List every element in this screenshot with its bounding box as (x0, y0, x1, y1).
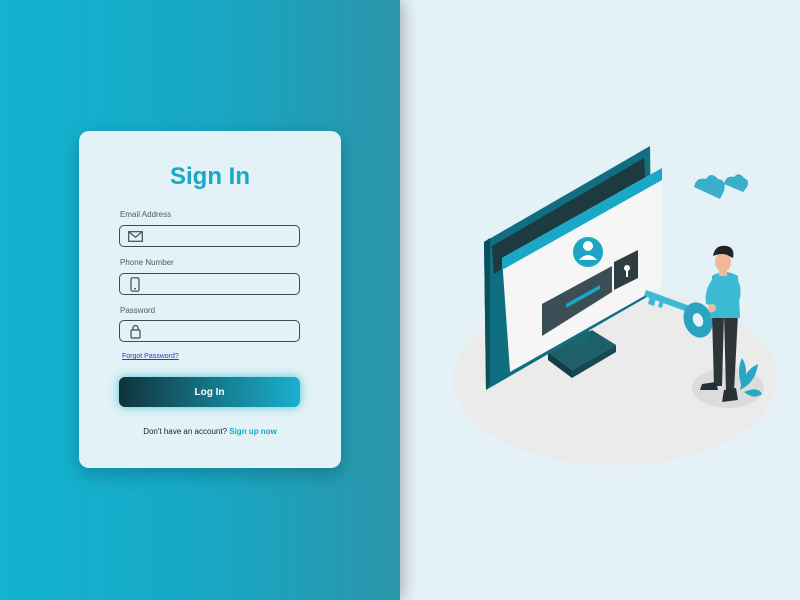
sign-in-form: Sign In Email Address Phone Number Passw… (79, 131, 341, 468)
password-label: Password (120, 306, 156, 315)
password-field[interactable] (144, 322, 299, 340)
password-field-wrapper[interactable] (119, 320, 300, 342)
cloud-icon (694, 174, 748, 199)
signup-prompt: Don't have an account? (143, 427, 228, 436)
phone-label: Phone Number (120, 258, 174, 267)
lock-icon (126, 321, 144, 341)
log-in-button[interactable]: Log In (119, 377, 300, 407)
phone-field-wrapper[interactable] (119, 273, 300, 295)
envelope-icon (126, 226, 144, 246)
phone-field[interactable] (144, 275, 299, 293)
page-title: Sign In (170, 163, 250, 190)
email-label: Email Address (120, 210, 172, 219)
login-illustration (453, 146, 777, 466)
right-panel (400, 0, 800, 600)
signup-line: Don't have an account? Sign up now (79, 427, 341, 436)
email-field[interactable] (144, 227, 299, 245)
forgot-password-link[interactable]: Forgot Password? (122, 353, 179, 360)
sign-up-link[interactable]: Sign up now (229, 427, 277, 436)
email-field-wrapper[interactable] (119, 225, 300, 247)
phone-icon (126, 274, 144, 294)
user-avatar-icon (573, 237, 603, 267)
